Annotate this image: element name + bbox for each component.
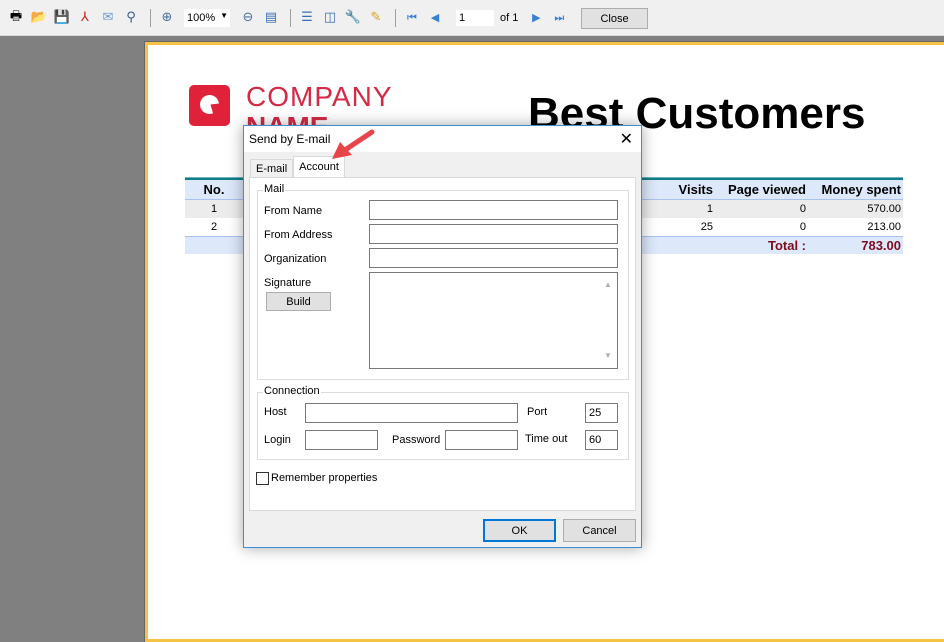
- cell-page-viewed: 0: [799, 203, 806, 215]
- timeout-input[interactable]: 60: [585, 430, 618, 450]
- full-screen-icon[interactable]: ▤: [261, 8, 281, 28]
- save-icon[interactable]: 💾: [52, 8, 72, 28]
- cell-page-viewed: 0: [799, 221, 806, 233]
- cell-visits: 1: [706, 203, 713, 215]
- connection-group: Connection Host Port 25 Login Password T…: [257, 385, 629, 460]
- open-icon[interactable]: 📂: [29, 8, 49, 28]
- cell-money-spent: 213.00: [867, 221, 901, 233]
- total-label: Total :: [767, 238, 806, 253]
- from-address-label: From Address: [264, 229, 333, 241]
- first-page-icon[interactable]: ⏮: [402, 8, 422, 28]
- toolbar: 🖶 📂 💾 ⅄ ✉ ⚲ ⊕ 100% ▼ ⊖ ▤ ☰ ◫ 🔧 ✎ ⏮ ◀ 1 of…: [0, 0, 944, 36]
- organization-label: Organization: [264, 253, 327, 265]
- col-page-viewed: Page viewed: [727, 182, 806, 197]
- remember-checkbox[interactable]: [256, 472, 269, 485]
- total-value: 783.00: [861, 238, 901, 253]
- from-name-input[interactable]: [369, 200, 618, 220]
- zoom-select[interactable]: 100% ▼: [184, 8, 230, 27]
- cell-money-spent: 570.00: [867, 203, 901, 215]
- cell-no: 1: [210, 203, 218, 215]
- send-email-dialog: Send by E-mail ✕ E-mail Account Mail Fro…: [243, 125, 642, 548]
- toolbar-separator: [395, 8, 396, 27]
- host-label: Host: [264, 406, 287, 418]
- col-no: No.: [203, 182, 225, 197]
- prev-page-icon[interactable]: ◀: [425, 8, 445, 28]
- organization-input[interactable]: [369, 248, 618, 268]
- account-tab-panel: Mail From Name From Address Organization…: [249, 177, 636, 511]
- login-input[interactable]: [305, 430, 378, 450]
- timeout-label: Time out: [525, 433, 568, 445]
- host-input[interactable]: [305, 403, 518, 423]
- cell-no: 2: [210, 221, 218, 233]
- last-page-icon[interactable]: ⏭: [549, 8, 569, 28]
- cancel-button[interactable]: Cancel: [563, 519, 636, 542]
- next-page-icon[interactable]: ▶: [526, 8, 546, 28]
- scroll-up-icon[interactable]: ▲: [600, 276, 616, 294]
- mail-group-label: Mail: [263, 183, 286, 195]
- close-icon[interactable]: ✕: [620, 129, 633, 148]
- mail-group: Mail From Name From Address Organization…: [257, 183, 629, 380]
- zoom-value: 100%: [187, 11, 216, 24]
- zoom-out-icon[interactable]: ⊖: [238, 8, 258, 28]
- port-input[interactable]: 25: [585, 403, 618, 423]
- company-name: COMPANY: [246, 81, 393, 112]
- settings-icon[interactable]: 🔧: [343, 8, 363, 28]
- signature-label: Signature: [264, 277, 312, 289]
- page-number-input[interactable]: 1: [456, 9, 494, 26]
- find-icon[interactable]: ⚲: [121, 8, 141, 28]
- thumbnails-icon[interactable]: ◫: [320, 8, 340, 28]
- col-money-spent: Money spent: [821, 182, 901, 197]
- login-label: Login: [264, 434, 291, 446]
- dialog-title-bar[interactable]: Send by E-mail: [244, 126, 641, 152]
- build-button[interactable]: Build: [266, 292, 331, 311]
- pdf-icon[interactable]: ⅄: [75, 8, 95, 28]
- cell-visits: 25: [700, 221, 713, 233]
- password-input[interactable]: [445, 430, 518, 450]
- company-logo: [189, 85, 230, 126]
- port-label: Port: [527, 406, 548, 418]
- password-label: Password: [392, 434, 441, 446]
- page-count-label: of 1: [500, 11, 519, 24]
- signature-textarea[interactable]: ▲ ▼: [369, 272, 618, 369]
- scroll-down-icon[interactable]: ▼: [600, 347, 616, 365]
- print-icon[interactable]: 🖶: [6, 8, 26, 28]
- toolbar-separator: [290, 8, 291, 27]
- close-button[interactable]: Close: [581, 8, 648, 29]
- ok-button[interactable]: OK: [483, 519, 556, 542]
- connection-group-label: Connection: [263, 385, 321, 397]
- email-icon[interactable]: ✉: [98, 8, 118, 28]
- from-name-label: From Name: [264, 205, 323, 217]
- toolbar-separator: [150, 8, 151, 27]
- outline-icon[interactable]: ☰: [297, 8, 317, 28]
- edit-icon[interactable]: ✎: [366, 8, 386, 28]
- remember-label: Remember properties: [271, 472, 378, 484]
- chevron-down-icon: ▼: [220, 10, 228, 20]
- tab-email[interactable]: E-mail: [250, 159, 294, 178]
- dialog-title: Send by E-mail: [249, 132, 331, 146]
- from-address-input[interactable]: [369, 224, 618, 244]
- annotation-arrow-icon: [332, 129, 375, 159]
- col-visits: Visits: [678, 182, 713, 197]
- zoom-in-icon[interactable]: ⊕: [157, 8, 177, 28]
